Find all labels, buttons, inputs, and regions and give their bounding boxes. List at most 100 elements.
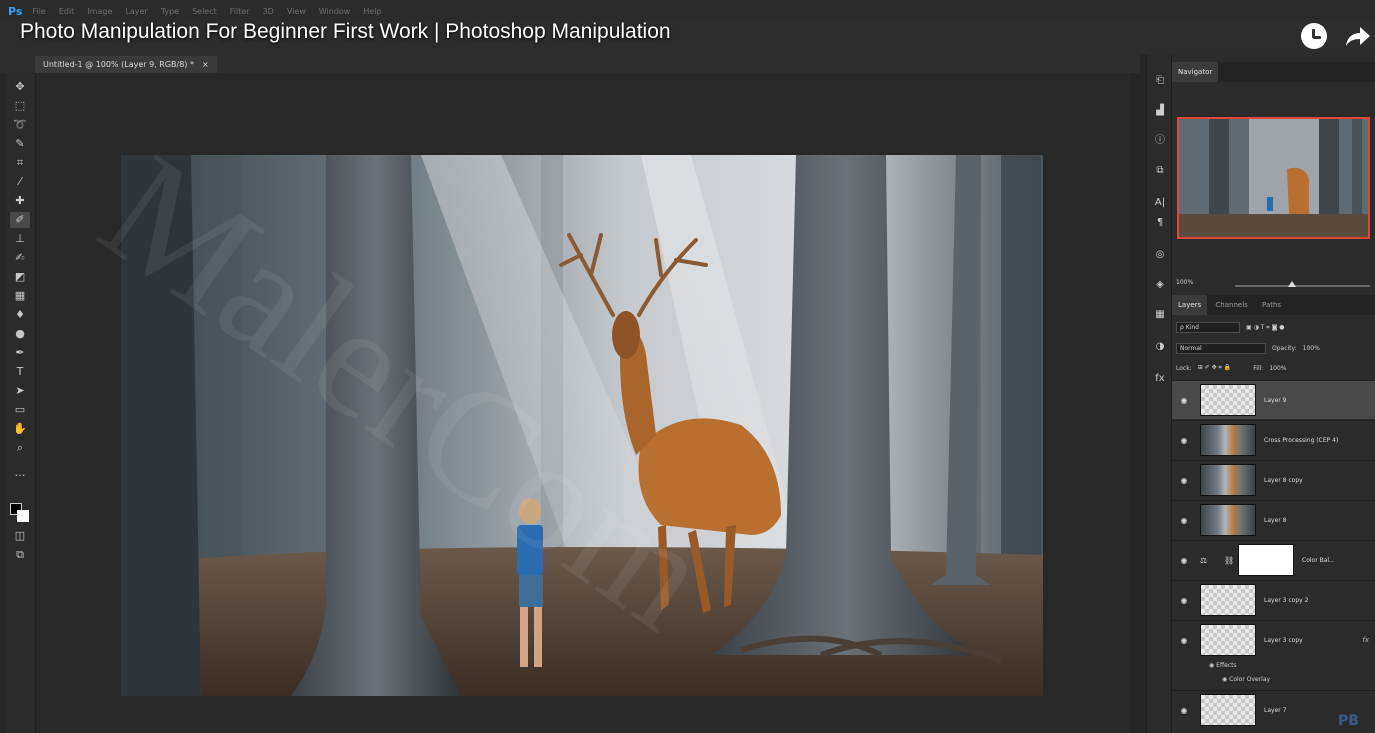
navigator-tabbar: Navigator: [1172, 62, 1375, 82]
fill-value[interactable]: 100%: [1269, 365, 1286, 372]
menu-image[interactable]: Image: [87, 7, 112, 16]
tab-paths[interactable]: Paths: [1256, 295, 1287, 315]
lock-row: Lock: ⊞ ✐ ✥ ⌗ 🔒 Fill: 100%: [1176, 364, 1286, 372]
layer-name: Layer 8: [1264, 516, 1287, 524]
eye-icon[interactable]: ◉: [1178, 596, 1190, 605]
menu-window[interactable]: Window: [319, 7, 351, 16]
dodge-icon[interactable]: ●: [10, 326, 30, 342]
close-icon[interactable]: ×: [202, 60, 209, 69]
move-icon[interactable]: ✥: [10, 79, 30, 95]
hand-icon[interactable]: ✋: [10, 421, 30, 437]
paragraph-icon[interactable]: ¶: [1151, 215, 1169, 231]
zoom-slider-thumb[interactable]: [1287, 281, 1296, 287]
video-title: Photo Manipulation For Beginner First Wo…: [20, 20, 671, 43]
document-tab-title: Untitled-1 @ 100% (Layer 9, RGB/8) *: [43, 60, 194, 69]
tab-channels[interactable]: Channels: [1209, 295, 1253, 315]
background-color-swatch[interactable]: [17, 510, 29, 522]
toolbox: ✥ ⬚ ➰ ✎ ⌗ ⁄ ✚ ✐ ⊥ ✍ ◩ ▦ ♦ ● ✒ T ➤ ▭ ✋ ⌕ …: [6, 73, 36, 733]
navigator-zoom-value[interactable]: 100%: [1176, 279, 1193, 286]
styles-icon[interactable]: ◑: [1151, 339, 1169, 355]
clone-source-icon[interactable]: ⧉: [1151, 163, 1169, 179]
blur-icon[interactable]: ♦: [10, 307, 30, 323]
menu-file[interactable]: File: [32, 7, 45, 16]
layer-row[interactable]: ◉ Layer 8: [1172, 500, 1375, 539]
layer-row[interactable]: ◉ Layer 9: [1172, 380, 1375, 419]
lock-label: Lock:: [1176, 364, 1192, 372]
filter-kind-select[interactable]: ρ Kind: [1176, 322, 1240, 333]
menu-3d[interactable]: 3D: [263, 7, 274, 16]
document-tab[interactable]: Untitled-1 @ 100% (Layer 9, RGB/8) * ×: [35, 56, 217, 73]
layer-fx-badge[interactable]: fx: [1362, 636, 1369, 644]
blend-mode-select[interactable]: Normal: [1176, 343, 1266, 354]
eye-icon[interactable]: ◉: [1178, 516, 1190, 525]
screen-mode-icon[interactable]: ⧉: [10, 547, 30, 563]
swatches-icon[interactable]: ▦: [1151, 307, 1169, 323]
share-icon[interactable]: [1344, 22, 1372, 50]
layer-name: Cross Processing (CEP 4): [1264, 436, 1339, 444]
type-icon[interactable]: T: [10, 364, 30, 380]
menu-help[interactable]: Help: [363, 7, 381, 16]
menu-layer[interactable]: Layer: [125, 7, 147, 16]
healing-icon[interactable]: ✚: [10, 193, 30, 209]
eye-icon[interactable]: ◉: [1178, 636, 1190, 645]
histogram-icon[interactable]: ▟: [1151, 103, 1169, 119]
info-icon[interactable]: ⓘ: [1151, 133, 1169, 149]
clock-icon[interactable]: [1301, 23, 1327, 49]
eye-icon[interactable]: ◉: [1178, 396, 1190, 405]
marquee-icon[interactable]: ⬚: [10, 98, 30, 114]
rectangle-icon[interactable]: ▭: [10, 402, 30, 418]
layer-row[interactable]: ◉ ⚖ ⛓ Color Bal...: [1172, 540, 1375, 579]
more-icon[interactable]: …: [10, 465, 30, 481]
layer-row[interactable]: ◉ Layer 3 copy fx: [1172, 620, 1375, 659]
adjustments-icon[interactable]: ◈: [1151, 277, 1169, 293]
tab-layers[interactable]: Layers: [1172, 295, 1208, 315]
history-brush-icon[interactable]: ✍: [10, 250, 30, 266]
opacity-value[interactable]: 100%: [1303, 345, 1320, 352]
quick-mask-icon[interactable]: ◫: [10, 528, 30, 544]
link-icon[interactable]: ⛓: [1224, 556, 1238, 565]
eraser-icon[interactable]: ◩: [10, 269, 30, 285]
layer-row[interactable]: ◉ Layer 8 copy: [1172, 460, 1375, 499]
forest-deer-artwork: [121, 155, 1043, 696]
layer-thumbnail: [1200, 694, 1256, 726]
zoom-slider[interactable]: [1235, 285, 1370, 287]
lock-icons[interactable]: ⊞ ✐ ✥ ⌗ 🔒: [1198, 364, 1232, 372]
eye-icon[interactable]: ◉: [1178, 436, 1190, 445]
document-canvas[interactable]: [121, 155, 1043, 696]
eye-icon[interactable]: ◉: [1178, 706, 1190, 715]
menu-filter[interactable]: Filter: [230, 7, 250, 16]
gradient-icon[interactable]: ▦: [10, 288, 30, 304]
navigator-preview[interactable]: [1177, 117, 1370, 239]
history-panel-icon[interactable]: ⎗: [1151, 73, 1169, 89]
eyedropper-icon[interactable]: ⁄: [10, 174, 30, 190]
menu-view[interactable]: View: [287, 7, 306, 16]
layer-name: Layer 3 copy 2: [1264, 596, 1309, 604]
crop-icon[interactable]: ⌗: [10, 155, 30, 171]
effect-item[interactable]: ◉ Color Overlay: [1222, 676, 1270, 683]
balance-icon: ⚖: [1200, 555, 1208, 565]
effects-label[interactable]: ◉ Effects: [1209, 662, 1237, 669]
stamp-icon[interactable]: ⊥: [10, 231, 30, 247]
layer-row[interactable]: ◉ Cross Processing (CEP 4): [1172, 420, 1375, 459]
menu-edit[interactable]: Edit: [59, 7, 75, 16]
path-select-icon[interactable]: ➤: [10, 383, 30, 399]
fx-icon[interactable]: fx: [1151, 371, 1169, 387]
libraries-icon[interactable]: ◎: [1151, 247, 1169, 263]
menu-select[interactable]: Select: [192, 7, 217, 16]
blend-row: Normal Opacity: 100%: [1176, 343, 1320, 354]
filter-icons[interactable]: ▣ ◑ T ⌗ ◙ ●: [1246, 324, 1285, 332]
tab-navigator[interactable]: Navigator: [1172, 62, 1219, 82]
layer-name: Layer 7: [1264, 706, 1287, 714]
menu-type[interactable]: Type: [161, 7, 179, 16]
eye-icon[interactable]: ◉: [1178, 556, 1190, 565]
layer-mask-thumbnail: [1238, 544, 1294, 576]
eye-icon[interactable]: ◉: [1178, 476, 1190, 485]
brush-icon[interactable]: ✐: [10, 212, 30, 228]
pen-icon[interactable]: ✒: [10, 345, 30, 361]
character-icon[interactable]: A|: [1151, 195, 1169, 211]
quick-select-icon[interactable]: ✎: [10, 136, 30, 152]
zoom-icon[interactable]: ⌕: [10, 440, 30, 456]
effects-label-text: Effects: [1216, 662, 1237, 669]
lasso-icon[interactable]: ➰: [10, 117, 30, 133]
layer-row[interactable]: ◉ Layer 3 copy 2: [1172, 580, 1375, 619]
